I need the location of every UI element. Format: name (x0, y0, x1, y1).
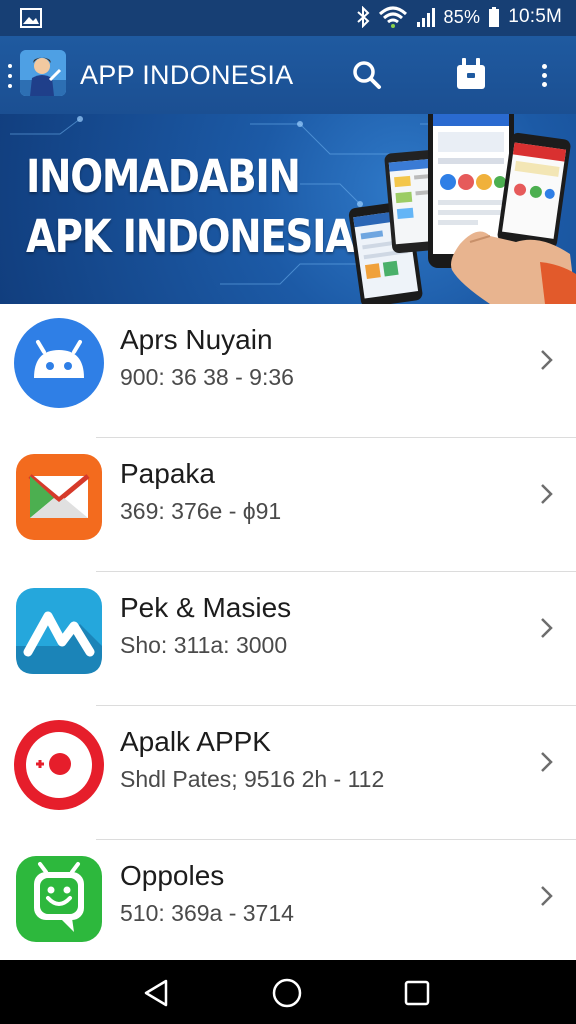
app-meta: Shdl Pates; 9516 2h - 112 (120, 766, 385, 792)
back-icon[interactable] (140, 976, 174, 1010)
app-meta: 369: 376e - ϕ91 (120, 498, 282, 524)
chevron-right-icon (541, 484, 553, 504)
android-robot-icon (14, 318, 104, 408)
battery-icon (489, 7, 500, 27)
search-icon (353, 61, 381, 89)
wifi-icon (378, 6, 407, 28)
app-name: Aprs Nuyain (120, 324, 273, 355)
app-list: Aprs Nuyain 900: 36 38 - 9:36 Papaka 369… (0, 304, 576, 960)
list-item[interactable]: Apalk APPK Shdl Pates; 9516 2h - 112 (0, 706, 576, 840)
more-vert-icon[interactable] (532, 56, 556, 94)
home-icon[interactable] (270, 976, 304, 1010)
app-title: APP INDONESIA (80, 60, 294, 90)
phones-illustration (348, 114, 576, 304)
status-bar: 85% 10:5M (0, 0, 576, 36)
chevron-right-icon (541, 752, 553, 772)
app-name: Apalk APPK (120, 726, 271, 757)
app-meta: 510: 369a - 3714 (120, 900, 294, 926)
app-name: Pek & Masies (120, 592, 292, 623)
app-meta: Sho: 311a: 3000 (120, 632, 288, 658)
chevron-right-icon (541, 618, 553, 638)
drag-handle-icon[interactable] (8, 64, 14, 88)
search-button[interactable] (348, 56, 386, 94)
smiley-android-icon (16, 856, 102, 942)
list-item[interactable]: Aprs Nuyain 900: 36 38 - 9:36 (0, 304, 576, 438)
bluetooth-icon (356, 6, 369, 28)
robot-button[interactable] (452, 54, 490, 94)
battery-percent: 85% (443, 6, 481, 27)
banner-title-line2: APK INDONESIA (26, 210, 355, 263)
list-item[interactable]: Pek & Masies Sho: 311a: 3000 (0, 572, 576, 706)
image-icon (20, 8, 42, 28)
app-name: Papaka (120, 458, 215, 489)
app-meta: 900: 36 38 - 9:36 (120, 364, 294, 390)
clock: 10:5M (508, 6, 562, 27)
chevron-right-icon (541, 350, 553, 370)
target-icon (14, 720, 104, 810)
signal-icon (416, 8, 435, 27)
navigation-bar (0, 960, 576, 1024)
app-name: Oppoles (120, 860, 225, 891)
envelope-icon (16, 454, 102, 540)
chevron-right-icon (541, 886, 553, 906)
banner-title-line1: INOMADABIN (26, 150, 301, 203)
robot-icon (457, 58, 485, 89)
app-logo[interactable] (20, 50, 66, 96)
gallery-notification (20, 8, 42, 33)
mountain-icon (16, 588, 102, 674)
status-icons: 85% 10:5M (356, 6, 562, 28)
app-bar: APP INDONESIA (0, 36, 576, 114)
list-item[interactable]: Oppoles 510: 369a - 3714 (0, 840, 576, 974)
list-item[interactable]: Papaka 369: 376e - ϕ91 (0, 438, 576, 572)
recents-icon[interactable] (400, 976, 434, 1010)
promo-banner[interactable]: INOMADABIN APK INDONESIA (0, 114, 576, 304)
